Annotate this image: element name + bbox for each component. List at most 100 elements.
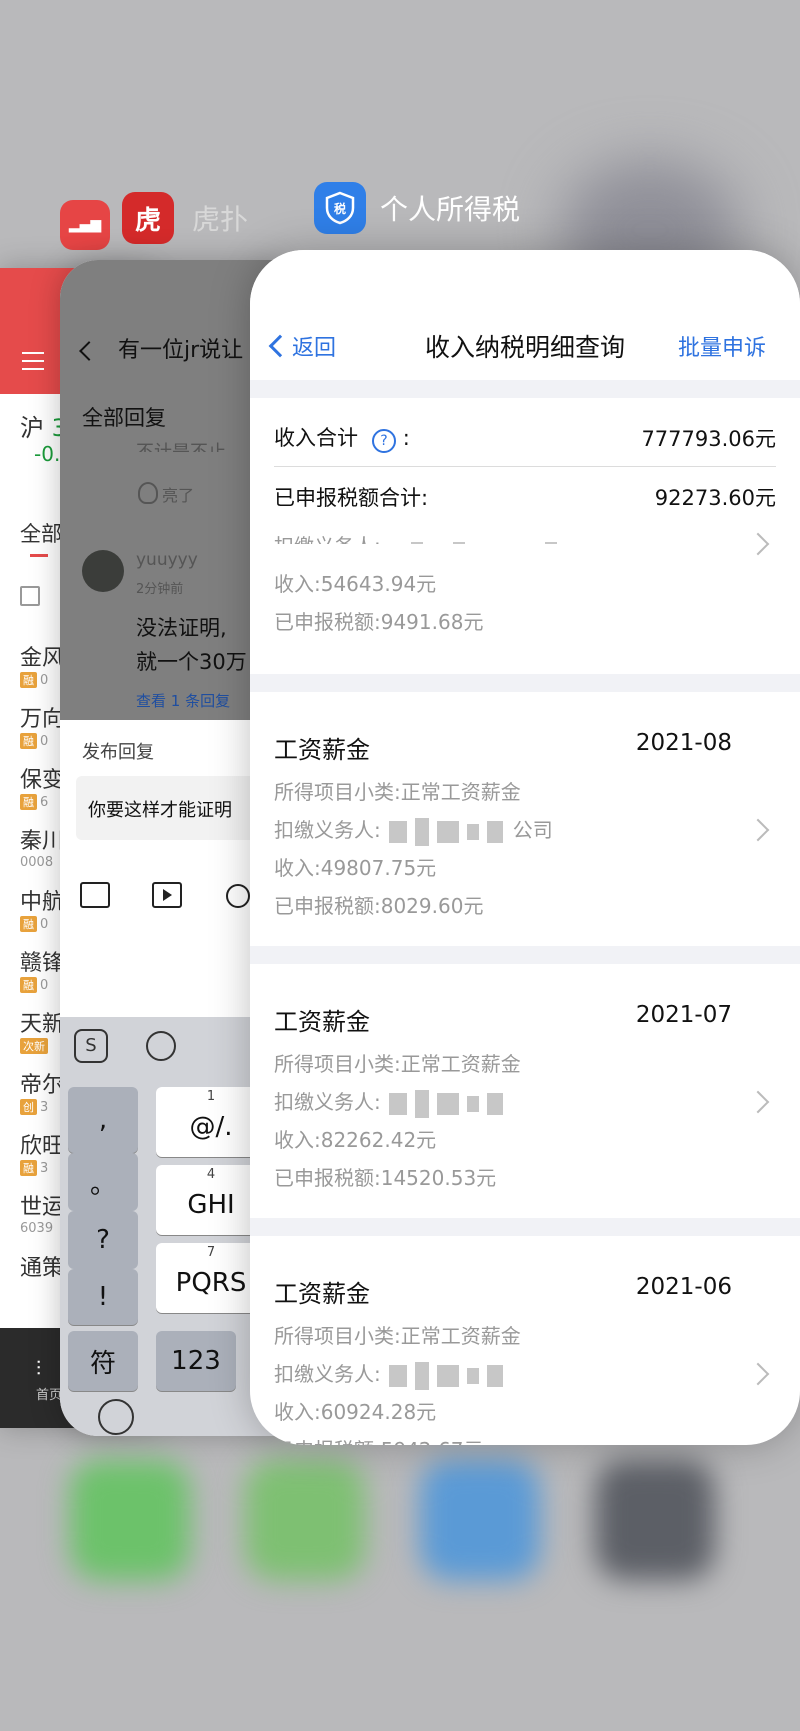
divider bbox=[250, 1218, 800, 1236]
stock-sub: 融0 bbox=[20, 733, 64, 749]
more-icon[interactable] bbox=[226, 884, 250, 908]
video-icon[interactable] bbox=[152, 882, 182, 908]
hupu-app-card[interactable]: 有一位jr说让 全部回复 不计是不止 亮了 yuuyyy 2分钟前 没法证明, … bbox=[60, 260, 280, 1436]
stock-tag-badge: 融 bbox=[20, 977, 37, 993]
section-all-replies: 全部回复 bbox=[82, 406, 166, 430]
bottom-tab-home[interactable]: 首页 bbox=[36, 1384, 62, 1403]
stock-list-item[interactable]: 帝尔创 3 bbox=[20, 1067, 64, 1115]
redacted-block bbox=[414, 1361, 429, 1390]
stock-name: 保变 bbox=[20, 768, 65, 793]
income-subtype-field: 所得项目小类:正常工资薪金 bbox=[274, 1052, 521, 1076]
help-icon[interactable]: ? bbox=[372, 429, 396, 453]
key-question[interactable]: ? bbox=[68, 1211, 138, 1269]
stock-sub: 次新 bbox=[20, 1038, 64, 1054]
stock-app-label[interactable]: ▂▄▆ bbox=[60, 200, 110, 250]
reply-header: 发布回复 bbox=[82, 742, 154, 763]
stock-app-icon: ▂▄▆ bbox=[60, 200, 110, 250]
payer-field: 扣缴义务人: bbox=[274, 1358, 503, 1390]
image-icon[interactable] bbox=[80, 882, 110, 908]
hupu-app-name: 虎扑 bbox=[192, 203, 249, 236]
like-icon[interactable] bbox=[138, 482, 158, 504]
stock-name: 世运 bbox=[20, 1195, 65, 1220]
comment-line-2: 就一个30万 bbox=[136, 650, 247, 674]
stock-list-item[interactable]: 万向融 0 bbox=[20, 701, 64, 749]
redacted-block bbox=[466, 1367, 479, 1384]
stock-list-item[interactable]: 中航融 0 bbox=[20, 884, 64, 932]
stock-list-item[interactable]: 金风融 0 bbox=[20, 640, 64, 688]
key-comma[interactable]: , bbox=[68, 1087, 138, 1153]
stock-tag-badge: 融 bbox=[20, 1160, 37, 1176]
stock-list-item[interactable]: 赣锋融 0 bbox=[20, 945, 64, 993]
menu-icon[interactable] bbox=[22, 352, 44, 376]
liked-label[interactable]: 亮了 bbox=[162, 482, 194, 506]
stock-code: 6 bbox=[40, 795, 49, 810]
sogou-icon[interactable]: S bbox=[74, 1029, 108, 1063]
payer-field: 扣缴义务人: 公司 bbox=[274, 814, 553, 846]
stock-code: 0 bbox=[40, 917, 49, 932]
redacted-block bbox=[486, 1092, 503, 1115]
stock-name: 秦川 bbox=[20, 829, 65, 854]
blurred-app-icon bbox=[245, 1460, 365, 1580]
record-date: 2021-08 bbox=[635, 730, 732, 756]
stock-name: 中航 bbox=[20, 890, 65, 915]
tab-all[interactable]: 全部 bbox=[20, 518, 62, 548]
payer-label: 扣缴义务人: bbox=[274, 1362, 381, 1386]
reply-input-text: 你要这样才能证明 bbox=[88, 800, 232, 821]
key-period[interactable]: 。 bbox=[68, 1153, 138, 1211]
comment-user[interactable]: yuuyyy bbox=[136, 550, 198, 570]
blurred-app-icon bbox=[70, 1460, 190, 1580]
tax-app-label[interactable]: 税 个人所得税 bbox=[314, 182, 520, 234]
edit-icon[interactable] bbox=[20, 586, 40, 606]
stock-list-item[interactable]: 秦川 0008 bbox=[20, 823, 64, 870]
key-123[interactable]: 123 bbox=[156, 1331, 236, 1391]
avatar[interactable] bbox=[82, 550, 124, 592]
record-title: 工资薪金 bbox=[274, 736, 370, 764]
record-date: 2021-07 bbox=[635, 1002, 732, 1028]
chart-icon[interactable]: ⫶ bbox=[36, 1356, 41, 1380]
redacted-block bbox=[486, 1364, 503, 1387]
stock-list-item[interactable]: 世运 6039 bbox=[20, 1189, 64, 1236]
stock-list-item[interactable]: 欣旺融 3 bbox=[20, 1128, 64, 1176]
stock-code: 0008 bbox=[20, 855, 54, 870]
stock-name: 通策 bbox=[20, 1256, 65, 1281]
blurred-app-icon bbox=[420, 1460, 540, 1580]
stock-name: 天新 bbox=[20, 1012, 65, 1037]
chevron-right-icon bbox=[746, 1362, 770, 1386]
stock-code: 3 bbox=[40, 1161, 49, 1176]
stock-sub: 6039 bbox=[20, 1221, 64, 1236]
tax-app-card[interactable]: 返回 收入纳税明细查询 批量申诉 收入合计? : 777793.06元 已申报税… bbox=[250, 250, 800, 1445]
income-total-row: 收入合计? : 777793.06元 bbox=[274, 422, 776, 453]
svg-text:税: 税 bbox=[334, 201, 346, 216]
hupu-app-icon: 虎 bbox=[122, 192, 174, 244]
key-exclaim[interactable]: ! bbox=[68, 1269, 138, 1325]
redacted-block bbox=[388, 1092, 407, 1115]
tax-app-icon: 税 bbox=[314, 182, 366, 234]
payer-field: 扣缴义务人: bbox=[274, 530, 557, 544]
emoji-icon[interactable] bbox=[146, 1031, 176, 1061]
stock-sub: 融3 bbox=[20, 1160, 64, 1176]
stock-sub: 融0 bbox=[20, 977, 64, 993]
stock-list-item[interactable]: 保变融 6 bbox=[20, 762, 64, 810]
redacted-block bbox=[436, 1364, 459, 1387]
stock-list-item[interactable]: 天新 次新 bbox=[20, 1006, 64, 1054]
stock-name: 赣锋 bbox=[20, 951, 65, 976]
stock-list-item[interactable]: 通策 bbox=[20, 1250, 64, 1282]
key-symbol[interactable]: 符 bbox=[68, 1331, 138, 1391]
comment-line-1: 没法证明, bbox=[136, 616, 227, 640]
tax-field: 已申报税额:5942.67元 bbox=[274, 1434, 483, 1445]
tax-field: 已申报税额:9491.68元 bbox=[274, 610, 484, 634]
income-total-label: 收入合计 bbox=[274, 426, 358, 450]
redacted-block bbox=[436, 1092, 459, 1115]
payer-label: 扣缴义务人: bbox=[274, 1090, 381, 1114]
income-field: 收入:82262.42元 bbox=[274, 1128, 437, 1152]
batch-appeal-button[interactable]: 批量申诉 bbox=[678, 330, 766, 362]
tax-field: 已申报税额:8029.60元 bbox=[274, 894, 484, 918]
tax-field: 已申报税额:14520.53元 bbox=[274, 1166, 497, 1190]
record-title: 工资薪金 bbox=[274, 1280, 370, 1308]
stock-sub: 融6 bbox=[20, 794, 64, 810]
redacted-block bbox=[414, 817, 429, 846]
stock-sub: 创3 bbox=[20, 1099, 64, 1115]
globe-icon[interactable] bbox=[98, 1399, 134, 1435]
hupu-app-label[interactable]: 虎 虎扑 bbox=[122, 192, 248, 244]
view-replies-link[interactable]: 查看 1 条回复 bbox=[136, 690, 230, 711]
